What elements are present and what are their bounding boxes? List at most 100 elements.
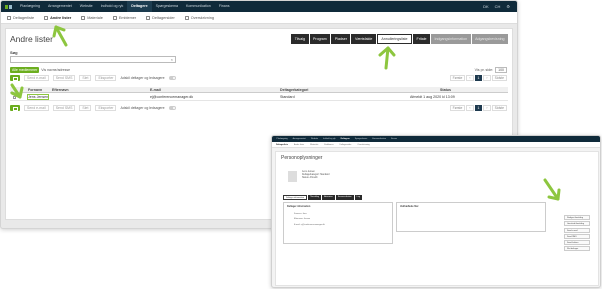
- list-tabs: Tilvalg Program Pladser Værtsfalde Annul…: [291, 34, 508, 44]
- search-input[interactable]: ×: [10, 56, 176, 63]
- export-button[interactable]: Eksporter: [95, 105, 117, 111]
- send-sms-button[interactable]: Send SMS: [52, 105, 76, 111]
- nav-item-communication[interactable]: Kommunikation: [370, 138, 389, 140]
- subnav-overwrite[interactable]: Overskrivning: [357, 144, 369, 146]
- action-row-bottom: Send e-mail Send SMS Slet Eksporter Adsk…: [10, 105, 176, 111]
- col-status[interactable]: Status: [440, 88, 451, 92]
- tab-activities[interactable]: Aktiviteter: [322, 195, 335, 200]
- participant-summary: Jens Jensen Deltagerkategori: Standard S…: [302, 171, 329, 181]
- row-checkbox[interactable]: [13, 95, 16, 99]
- col-lastname[interactable]: Efternavn: [52, 88, 69, 92]
- bulk-action-button[interactable]: [10, 105, 20, 111]
- tab-log[interactable]: Log: [354, 195, 362, 200]
- field-lastname: Efternavn: Jensen: [294, 218, 311, 220]
- subnav-material[interactable]: Materiale: [81, 15, 103, 20]
- nav-item-survey[interactable]: Spørgeskema: [152, 1, 182, 12]
- nav-item-planning[interactable]: Planlægning: [16, 1, 44, 12]
- pager-first[interactable]: Første: [449, 105, 466, 111]
- pager-prev[interactable]: ‹: [466, 105, 474, 111]
- cell-email: ej@conferencemanager.dk: [150, 95, 194, 99]
- pager-first[interactable]: Første: [449, 75, 466, 81]
- participant-name-link[interactable]: Jens Jensen: [26, 93, 50, 101]
- nav-item-participants[interactable]: Deltagere: [127, 1, 152, 12]
- detail-title: Personoplysninger: [281, 155, 323, 161]
- nav-item-planning[interactable]: Planlægning: [274, 138, 290, 140]
- separate-toggle[interactable]: [168, 76, 176, 80]
- pager-last[interactable]: Sidste: [491, 105, 507, 111]
- filter-row: Alle medlemmer Vis navne/adresse: [10, 67, 70, 73]
- nav-item-content[interactable]: Indhold og ryk: [321, 138, 339, 140]
- tab-program[interactable]: Program: [309, 34, 331, 44]
- subnav-participant-pages[interactable]: Deltagersider: [340, 144, 352, 146]
- tab-hosts[interactable]: Værtsfalde: [351, 34, 376, 44]
- pager-current[interactable]: 1: [474, 105, 483, 111]
- pager-prev[interactable]: ‹: [466, 75, 474, 81]
- nav-item-event[interactable]: Arrangementet: [290, 138, 308, 140]
- clear-search-icon[interactable]: ×: [171, 57, 173, 62]
- subnav-other-lists[interactable]: Andre lister: [44, 15, 71, 20]
- subnav-other-lists[interactable]: Andre lister: [294, 144, 304, 146]
- tab-communication[interactable]: Kommunikation: [335, 195, 354, 200]
- pager-next[interactable]: ›: [483, 75, 491, 81]
- col-firstname[interactable]: Fornavn: [28, 88, 42, 92]
- delete-participant-button[interactable]: Slet deltager: [564, 246, 590, 252]
- separate-toggle[interactable]: [168, 106, 176, 110]
- page-icon: [146, 15, 151, 20]
- nav-item-content[interactable]: Indhold og ryk: [97, 1, 128, 12]
- bulk-action-button[interactable]: [10, 75, 20, 81]
- avatar: [288, 171, 297, 182]
- edit-registration-button[interactable]: Rediger tilmelding: [564, 215, 590, 220]
- nav-item-website[interactable]: Website: [76, 1, 97, 12]
- subnav-participant-list[interactable]: Deltagerliste: [276, 144, 288, 146]
- send-invoice-button[interactable]: Send faktura: [564, 240, 590, 246]
- send-email-button[interactable]: Send e-mail: [24, 75, 49, 81]
- badge-icon: [112, 15, 117, 20]
- nav-item-event[interactable]: Arrangementet: [44, 1, 76, 12]
- tab-free[interactable]: Fritale: [413, 34, 431, 44]
- tab-cancellation-list[interactable]: Annulleringsliste: [376, 34, 413, 44]
- nav-item-finance[interactable]: Finans: [389, 138, 400, 140]
- delete-button[interactable]: Slet: [79, 75, 92, 81]
- tab-participant-info[interactable]: Deltager information: [283, 195, 308, 200]
- table-row[interactable]: Jens Jensen ej@conferencemanager.dk Stan…: [10, 93, 508, 101]
- subnav-material[interactable]: Materiale: [310, 144, 318, 146]
- delete-button[interactable]: Slet: [79, 105, 92, 111]
- box-title: Deltager information: [287, 205, 311, 208]
- pager-current[interactable]: 1: [474, 75, 483, 81]
- filter-button[interactable]: Alle medlemmer: [10, 67, 40, 73]
- user-menu[interactable]: CH: [492, 4, 504, 9]
- subnav-badges[interactable]: Emblemer: [112, 15, 136, 20]
- export-button[interactable]: Eksporter: [95, 75, 117, 81]
- filter-text: Vis navne/adresse: [41, 68, 71, 72]
- nav-item-finance[interactable]: Finans: [215, 1, 234, 12]
- participant-status: Status: Afmeldt: [302, 177, 318, 180]
- subnav-badges[interactable]: Emblemer: [324, 144, 333, 146]
- subnav-participant-pages[interactable]: Deltagersider: [146, 15, 175, 20]
- attachments-box: Vedhæftede filer: [396, 202, 546, 232]
- pager-last[interactable]: Sidste: [491, 75, 507, 81]
- tab-registration[interactable]: Tilmelding: [308, 195, 322, 200]
- language-switch[interactable]: DK: [480, 4, 492, 9]
- edit-icon: [184, 15, 189, 20]
- col-email[interactable]: E-mail: [150, 88, 161, 92]
- col-category[interactable]: Deltagerkategori: [280, 88, 308, 92]
- tab-seats[interactable]: Pladser: [331, 34, 351, 44]
- nav-item-survey[interactable]: Spørgeskema: [352, 138, 369, 140]
- restore-registration-button[interactable]: Genskab tilmelding: [564, 221, 590, 227]
- send-email-button[interactable]: Send e-mail: [564, 227, 590, 233]
- nav-item-communication[interactable]: Kommunikation: [182, 1, 215, 12]
- send-email-button[interactable]: Send e-mail: [24, 105, 49, 111]
- subnav-overwrite[interactable]: Overskrivning: [184, 15, 214, 20]
- tab-access: Adgangsbevisning: [471, 34, 508, 44]
- send-sms-button[interactable]: Send SMS: [564, 233, 590, 239]
- settings-icon[interactable]: ⚙: [503, 4, 513, 9]
- send-sms-button[interactable]: Send SMS: [52, 75, 76, 81]
- subnav-participant-list[interactable]: Deltagerliste: [7, 15, 34, 20]
- nav-item-participants[interactable]: Deltagere: [338, 138, 352, 140]
- pager-next[interactable]: ›: [483, 105, 491, 111]
- page-size-select[interactable]: 100: [495, 67, 507, 73]
- detail-sub-nav: Deltagerliste Andre lister Materiale Emb…: [272, 142, 600, 148]
- nav-item-website[interactable]: Website: [308, 138, 320, 140]
- search-label: Søg: [10, 50, 18, 55]
- tab-addons[interactable]: Tilvalg: [291, 34, 309, 44]
